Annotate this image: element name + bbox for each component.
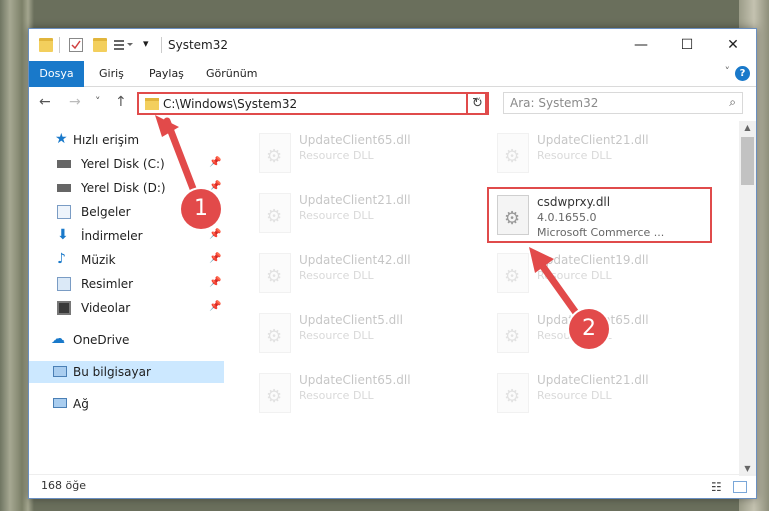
step-badge-1: 1 <box>181 189 221 229</box>
arrow-2 <box>535 257 583 321</box>
step-badge-2: 2 <box>569 309 609 349</box>
annotation-arrows <box>155 115 583 321</box>
arrow-1 <box>163 117 201 203</box>
file-explorer-window: ▾ System32 — ☐ ✕ Dosya Giriş Paylaş Görü… <box>28 28 757 499</box>
